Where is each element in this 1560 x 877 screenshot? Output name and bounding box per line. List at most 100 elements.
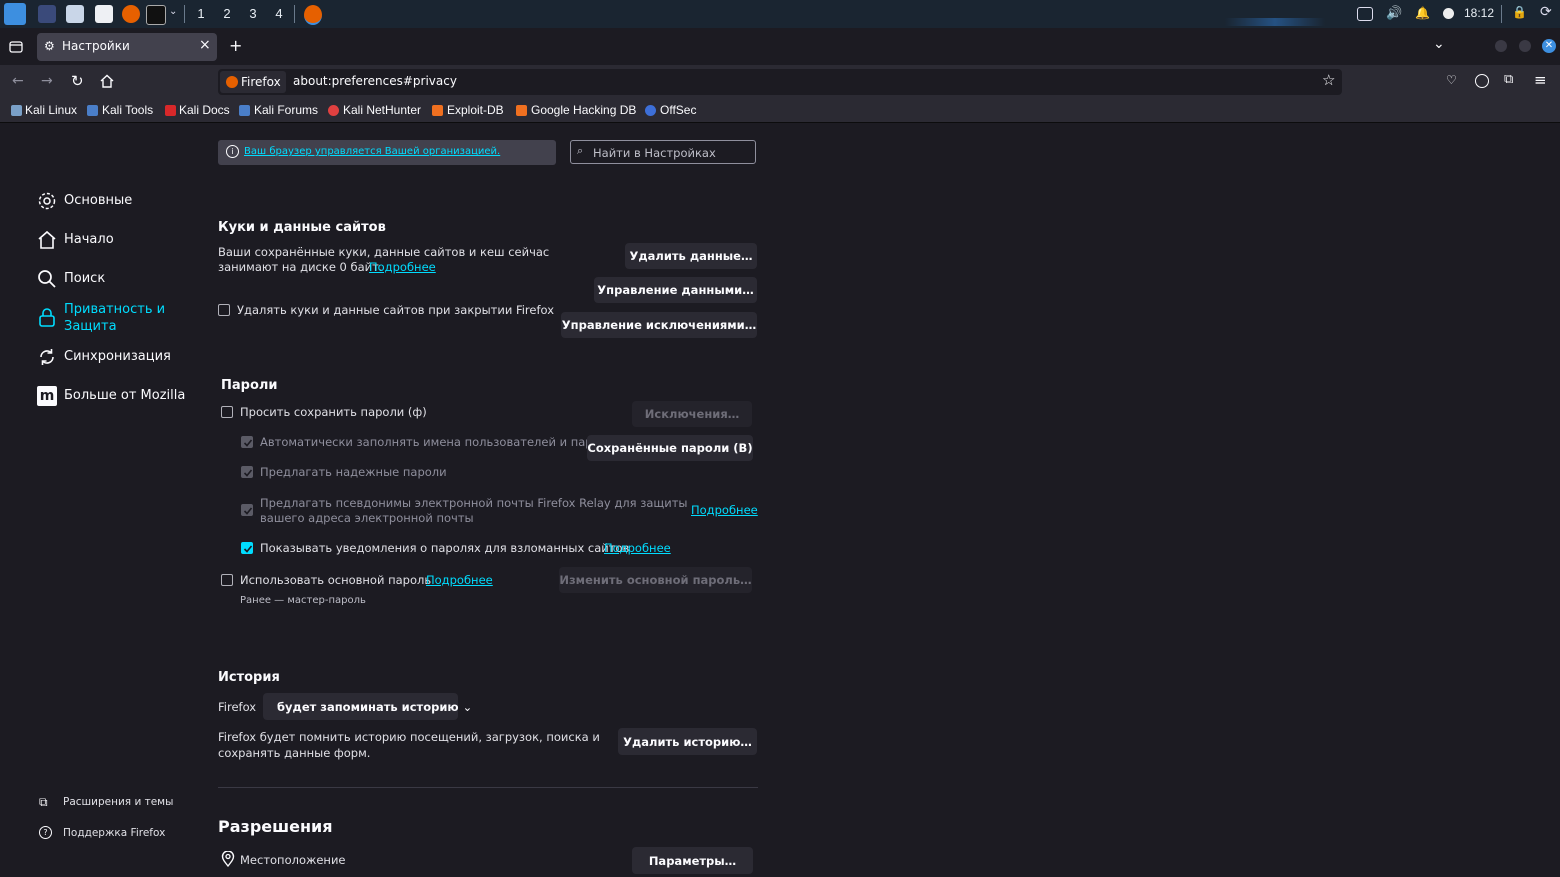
text-editor-icon[interactable]	[95, 5, 113, 23]
home-icon	[38, 230, 56, 249]
bookmark-kali-tools[interactable]: Kali Tools	[102, 103, 153, 117]
tab-settings[interactable]: ⚙ Настройки ×	[37, 33, 217, 61]
sidebar-item-sync[interactable]: Синхронизация	[64, 349, 171, 364]
extensions-icon[interactable]: ⧉	[1504, 72, 1513, 87]
identity-box[interactable]: Firefox	[220, 71, 286, 93]
display-icon[interactable]	[1357, 7, 1373, 21]
terminal-icon[interactable]	[146, 5, 166, 25]
home-icon[interactable]	[100, 74, 114, 88]
bookmark-offsec[interactable]: OffSec	[660, 103, 696, 117]
sidebar-item-search[interactable]: Поиск	[64, 271, 105, 286]
maximize-button[interactable]	[1519, 40, 1531, 52]
clock[interactable]: 18:12	[1464, 6, 1494, 20]
breach-learn-more-link[interactable]: Подробнее	[604, 541, 671, 555]
bookmark-kali-nethunter[interactable]: Kali NetHunter	[343, 103, 421, 117]
settings-search-input[interactable]: ⌕ Найти в Настройках	[570, 140, 756, 164]
saved-passwords-button[interactable]: Сохранённые пароли (В)	[587, 435, 753, 461]
sidebar-item-privacy-line2[interactable]: Защита	[64, 319, 117, 334]
info-icon: i	[226, 145, 239, 158]
bookmark-kali-docs[interactable]: Kali Docs	[179, 103, 230, 117]
location-settings-button[interactable]: Параметры…	[632, 847, 753, 874]
bookmark-kali-forums[interactable]: Kali Forums	[254, 103, 318, 117]
restart-icon[interactable]: ⟳	[1540, 4, 1552, 20]
mozilla-icon: m	[37, 386, 57, 406]
sidebar-footer-support[interactable]: Поддержка Firefox	[63, 827, 165, 839]
power-status-icon[interactable]	[1443, 8, 1454, 19]
history-mode-select[interactable]: будет запоминать историю ⌄	[263, 693, 472, 720]
manage-data-button[interactable]: Управление данными…	[594, 277, 757, 303]
new-tab-button[interactable]: +	[229, 36, 242, 55]
bookmark-star-icon[interactable]: ☆	[1322, 71, 1335, 89]
sidebar-item-privacy[interactable]: Приватность и	[64, 302, 165, 317]
desktop-icon[interactable]	[38, 5, 56, 23]
history-firefox-label: Firefox	[218, 700, 257, 714]
kali-tools-icon	[87, 105, 98, 116]
menu-icon[interactable]: ≡	[1534, 71, 1547, 89]
chevron-down-icon[interactable]: ⌄	[169, 6, 177, 17]
delete-on-close-label: Удалять куки и данные сайтов при закрыти…	[237, 303, 555, 317]
volume-icon[interactable]: 🔊	[1386, 6, 1402, 21]
url-text[interactable]: about:preferences#privacy	[293, 74, 457, 88]
forward-arrow-icon[interactable]: →	[41, 73, 53, 89]
passwords-heading: Пароли	[221, 378, 278, 393]
firefox-view-icon[interactable]	[9, 40, 23, 53]
change-primary-password-button[interactable]: Изменить основной пароль…	[559, 567, 752, 593]
bookmark-kali-linux[interactable]: Kali Linux	[25, 103, 77, 117]
workspace-4[interactable]: 4	[267, 0, 291, 28]
identity-label: Firefox	[241, 75, 281, 89]
ask-save-passwords-checkbox[interactable]	[221, 406, 233, 418]
primary-password-checkbox[interactable]	[221, 574, 233, 586]
manage-exceptions-button[interactable]: Управление исключениями…	[561, 312, 757, 338]
search-placeholder: Найти в Настройках	[593, 146, 716, 160]
minimize-button[interactable]	[1495, 40, 1507, 52]
managed-policy-link[interactable]: Ваш браузер управляется Вашей организаци…	[244, 146, 500, 157]
sidebar-item-home[interactable]: Начало	[64, 232, 114, 247]
notifications-icon[interactable]: 🔔	[1415, 6, 1430, 20]
breach-alerts-checkbox[interactable]	[241, 542, 253, 554]
lock-icon[interactable]: 🔒	[1512, 5, 1527, 19]
sync-icon	[40, 349, 54, 365]
network-graph	[1225, 18, 1325, 26]
permissions-heading: Разрешения	[218, 817, 333, 836]
system-taskbar: ⌄ 1 2 3 4 🔊 🔔 18:12 🔒 ⟳	[0, 0, 1560, 30]
password-exceptions-button[interactable]: Исключения…	[632, 401, 752, 427]
workspace-1[interactable]: 1	[189, 0, 213, 30]
delete-on-close-checkbox[interactable]	[218, 304, 230, 316]
workspace-2[interactable]: 2	[215, 0, 239, 28]
back-arrow-icon[interactable]: ←	[12, 73, 24, 89]
firefox-icon	[226, 76, 238, 88]
bookmarks-toolbar	[0, 99, 1560, 123]
url-bar[interactable]: Firefox about:preferences#privacy ☆	[218, 69, 1342, 95]
close-window-button[interactable]: ✕	[1542, 39, 1556, 53]
sidebar-footer-addons[interactable]: Расширения и темы	[63, 796, 173, 808]
primary-password-learn-more-link[interactable]: Подробнее	[426, 573, 493, 587]
file-manager-icon[interactable]	[66, 5, 84, 23]
location-permission-label: Местоположение	[240, 853, 346, 867]
suggest-strong-passwords-label: Предлагать надежные пароли	[260, 465, 447, 479]
firefox-launcher-icon[interactable]	[122, 5, 140, 23]
account-icon[interactable]	[1475, 74, 1489, 88]
clear-history-button[interactable]: Удалить историю…	[618, 728, 757, 755]
reload-icon[interactable]: ↻	[71, 72, 84, 90]
kali-nethunter-icon	[328, 105, 339, 116]
bookmark-exploit-db[interactable]: Exploit-DB	[447, 103, 504, 117]
relay-learn-more-link[interactable]: Подробнее	[691, 503, 758, 517]
workspace-3[interactable]: 3	[241, 0, 265, 28]
firefox-window-icon[interactable]	[304, 5, 322, 25]
bookmark-google-hacking-db[interactable]: Google Hacking DB	[531, 103, 636, 117]
relay-masks-checkbox[interactable]	[241, 504, 253, 516]
clear-data-button[interactable]: Удалить данные…	[625, 243, 757, 269]
suggest-strong-passwords-checkbox[interactable]	[241, 466, 253, 478]
gear-icon: ⚙	[44, 39, 55, 53]
close-tab-icon[interactable]: ×	[199, 37, 211, 53]
pocket-icon[interactable]: ♡	[1446, 73, 1457, 87]
kali-menu-icon[interactable]	[4, 3, 26, 25]
cookies-description: Ваши сохранённые куки, данные сайтов и к…	[218, 245, 550, 259]
list-tabs-chevron-icon[interactable]: ⌄	[1433, 36, 1445, 52]
sidebar-item-more-from-mozilla[interactable]: Больше от Mozilla	[64, 388, 185, 403]
sidebar-item-general[interactable]: Основные	[64, 193, 132, 208]
cookies-learn-more-link[interactable]: Подробнее	[369, 260, 436, 274]
kali-forums-icon	[239, 105, 250, 116]
history-heading: История	[218, 670, 280, 685]
autofill-logins-checkbox[interactable]	[241, 436, 253, 448]
